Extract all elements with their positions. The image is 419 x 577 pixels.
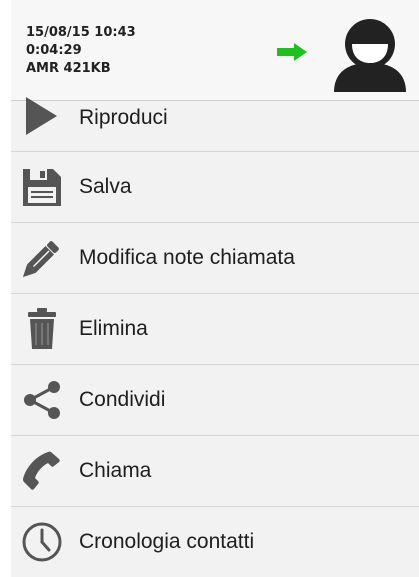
menu-item-label: Salva <box>79 175 132 198</box>
recording-meta: 15/08/15 10:43 0:04:29 AMR 421KB <box>26 24 136 78</box>
right-arrow-icon <box>277 43 307 61</box>
options-menu: Riproduci Salva Modifica note chiamata E… <box>11 97 419 577</box>
menu-item-label: Modifica note chiamata <box>79 246 295 269</box>
menu-item-play[interactable]: Riproduci <box>11 97 419 152</box>
menu-item-label: Chiama <box>79 459 152 482</box>
menu-item-label: Condividi <box>79 388 166 411</box>
recording-header: 15/08/15 10:43 0:04:29 AMR 421KB <box>11 0 419 101</box>
phone-icon <box>23 451 60 490</box>
pencil-icon <box>22 241 59 278</box>
floppy-disk-icon <box>23 169 61 206</box>
trash-icon <box>28 308 56 349</box>
menu-item-delete[interactable]: Elimina <box>11 294 419 365</box>
menu-item-share[interactable]: Condividi <box>11 365 419 436</box>
menu-item-label: Riproduci <box>79 106 168 129</box>
share-icon <box>24 381 60 419</box>
recording-file-info: AMR 421KB <box>26 61 111 76</box>
menu-item-label: Cronologia contatti <box>79 530 255 553</box>
menu-item-label: Elimina <box>79 317 148 340</box>
recording-date-time: 15/08/15 10:43 <box>26 25 136 40</box>
menu-item-edit-notes[interactable]: Modifica note chiamata <box>11 223 419 294</box>
recording-duration: 0:04:29 <box>26 43 82 58</box>
play-icon <box>26 97 57 135</box>
menu-item-contact-history[interactable]: Cronologia contatti <box>11 507 419 577</box>
menu-item-save[interactable]: Salva <box>11 152 419 223</box>
contact-avatar-icon[interactable] <box>332 16 408 92</box>
clock-icon <box>22 522 62 562</box>
menu-item-call[interactable]: Chiama <box>11 436 419 507</box>
